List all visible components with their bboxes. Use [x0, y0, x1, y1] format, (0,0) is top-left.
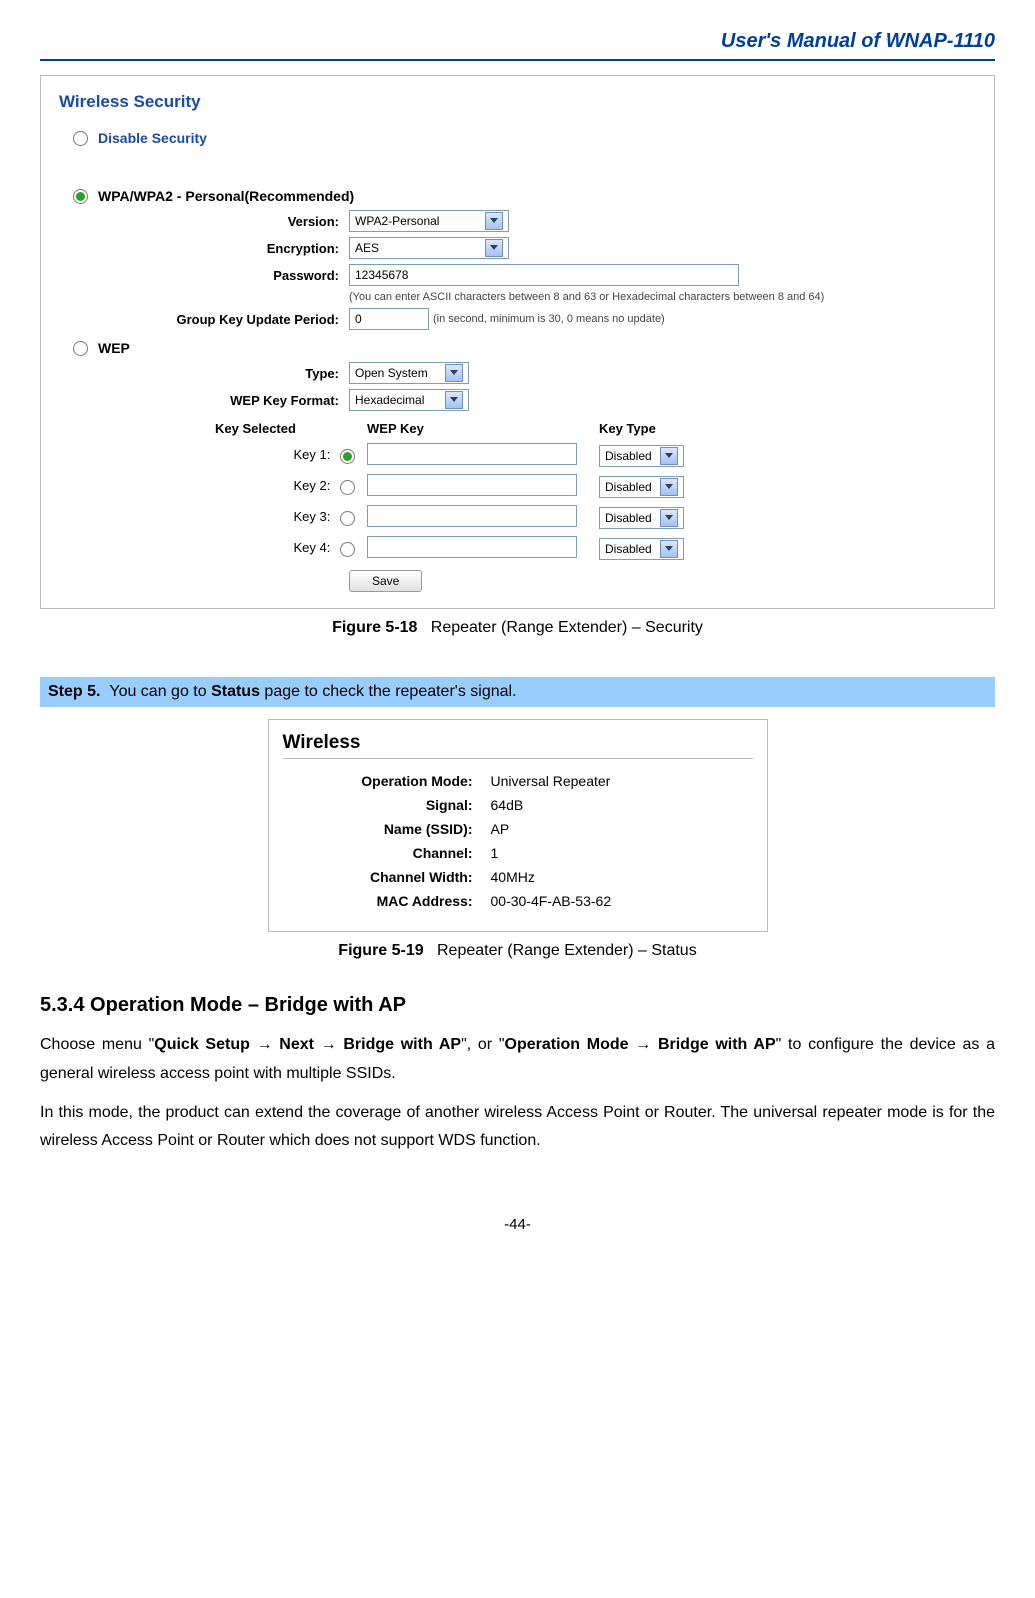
- select-value: Disabled: [605, 480, 652, 494]
- chevron-down-icon: [445, 391, 463, 409]
- status-title: Wireless: [283, 732, 753, 759]
- panel-title: Wireless Security: [59, 92, 976, 112]
- select-type[interactable]: Open System: [349, 362, 469, 384]
- status-value: 00-30-4F-AB-53-62: [491, 893, 612, 909]
- select-value: Disabled: [605, 511, 652, 525]
- chevron-down-icon: [660, 447, 678, 465]
- chevron-down-icon: [445, 364, 463, 382]
- radio-icon[interactable]: [340, 480, 355, 495]
- input-wep-key-3[interactable]: [367, 505, 577, 527]
- input-wep-key-4[interactable]: [367, 536, 577, 558]
- input-password[interactable]: 12345678: [349, 264, 739, 286]
- status-label: Channel Width:: [283, 869, 491, 885]
- key-label: Key 4:: [294, 540, 331, 555]
- key-label: Key 2:: [294, 478, 331, 493]
- select-key-type-2[interactable]: Disabled: [599, 476, 684, 498]
- section-534-p1: Choose menu "Quick Setup → Next → Bridge…: [40, 1031, 995, 1089]
- key-label: Key 1:: [294, 447, 331, 462]
- label-wep-format: WEP Key Format:: [59, 393, 349, 408]
- select-version[interactable]: WPA2-Personal: [349, 210, 509, 232]
- page-number: -44-: [40, 1216, 995, 1233]
- label-type: Type:: [59, 366, 349, 381]
- doc-header: User's Manual of WNAP-1110: [40, 30, 995, 61]
- select-value: Disabled: [605, 449, 652, 463]
- status-label: Channel:: [283, 845, 491, 861]
- status-label: Operation Mode:: [283, 773, 491, 789]
- select-value: AES: [355, 241, 379, 255]
- radio-icon: [73, 131, 88, 146]
- col-key-selected: Key Selected: [209, 417, 361, 440]
- select-value: WPA2-Personal: [355, 214, 439, 228]
- label-encryption: Encryption:: [59, 241, 349, 256]
- status-value: 1: [491, 845, 499, 861]
- status-label: MAC Address:: [283, 893, 491, 909]
- chevron-down-icon: [660, 478, 678, 496]
- radio-icon[interactable]: [340, 511, 355, 526]
- radio-icon-selected: [73, 189, 88, 204]
- figure-518-caption: Figure 5-18 Repeater (Range Extender) – …: [40, 619, 995, 637]
- status-label: Signal:: [283, 797, 491, 813]
- input-wep-key-2[interactable]: [367, 474, 577, 496]
- option-label: WPA/WPA2 - Personal(Recommended): [98, 188, 354, 204]
- status-value: Universal Repeater: [491, 773, 611, 789]
- chevron-down-icon: [485, 212, 503, 230]
- option-wep[interactable]: WEP: [73, 340, 976, 356]
- input-value: 12345678: [355, 268, 408, 282]
- key-label: Key 3:: [294, 509, 331, 524]
- option-wpa-personal[interactable]: WPA/WPA2 - Personal(Recommended): [73, 188, 976, 204]
- input-gkup[interactable]: 0: [349, 308, 429, 330]
- figure-519-caption: Figure 5-19 Repeater (Range Extender) – …: [40, 942, 995, 960]
- chevron-down-icon: [485, 239, 503, 257]
- section-534-p2: In this mode, the product can extend the…: [40, 1099, 995, 1157]
- radio-icon: [73, 341, 88, 356]
- input-wep-key-1[interactable]: [367, 443, 577, 465]
- password-hint: (You can enter ASCII characters between …: [349, 291, 976, 303]
- input-value: 0: [355, 312, 362, 326]
- select-value: Open System: [355, 366, 428, 380]
- status-value: AP: [491, 821, 510, 837]
- step-5-bar: Step 5. You can go to Status page to che…: [40, 677, 995, 707]
- option-label: Disable Security: [98, 130, 207, 146]
- chevron-down-icon: [660, 540, 678, 558]
- label-version: Version:: [59, 214, 349, 229]
- gkup-hint: (in second, minimum is 30, 0 means no up…: [433, 313, 665, 325]
- label-password: Password:: [59, 268, 349, 283]
- option-label: WEP: [98, 340, 130, 356]
- status-label: Name (SSID):: [283, 821, 491, 837]
- select-key-type-4[interactable]: Disabled: [599, 538, 684, 560]
- wireless-security-panel: Wireless Security Disable Security WPA/W…: [40, 75, 995, 609]
- status-value: 64dB: [491, 797, 524, 813]
- select-encryption[interactable]: AES: [349, 237, 509, 259]
- radio-icon-selected[interactable]: [340, 449, 355, 464]
- radio-icon[interactable]: [340, 542, 355, 557]
- section-534-heading: 5.3.4 Operation Mode – Bridge with AP: [40, 994, 995, 1017]
- select-value: Disabled: [605, 542, 652, 556]
- save-button[interactable]: Save: [349, 570, 422, 592]
- select-key-type-3[interactable]: Disabled: [599, 507, 684, 529]
- select-value: Hexadecimal: [355, 393, 424, 407]
- col-key-type: Key Type: [593, 417, 690, 440]
- wireless-status-panel: Wireless Operation Mode:Universal Repeat…: [268, 719, 768, 932]
- select-wep-format[interactable]: Hexadecimal: [349, 389, 469, 411]
- chevron-down-icon: [660, 509, 678, 527]
- option-disable-security[interactable]: Disable Security: [73, 130, 976, 146]
- label-gkup: Group Key Update Period:: [59, 312, 349, 327]
- status-value: 40MHz: [491, 869, 535, 885]
- col-wep-key: WEP Key: [361, 417, 593, 440]
- select-key-type-1[interactable]: Disabled: [599, 445, 684, 467]
